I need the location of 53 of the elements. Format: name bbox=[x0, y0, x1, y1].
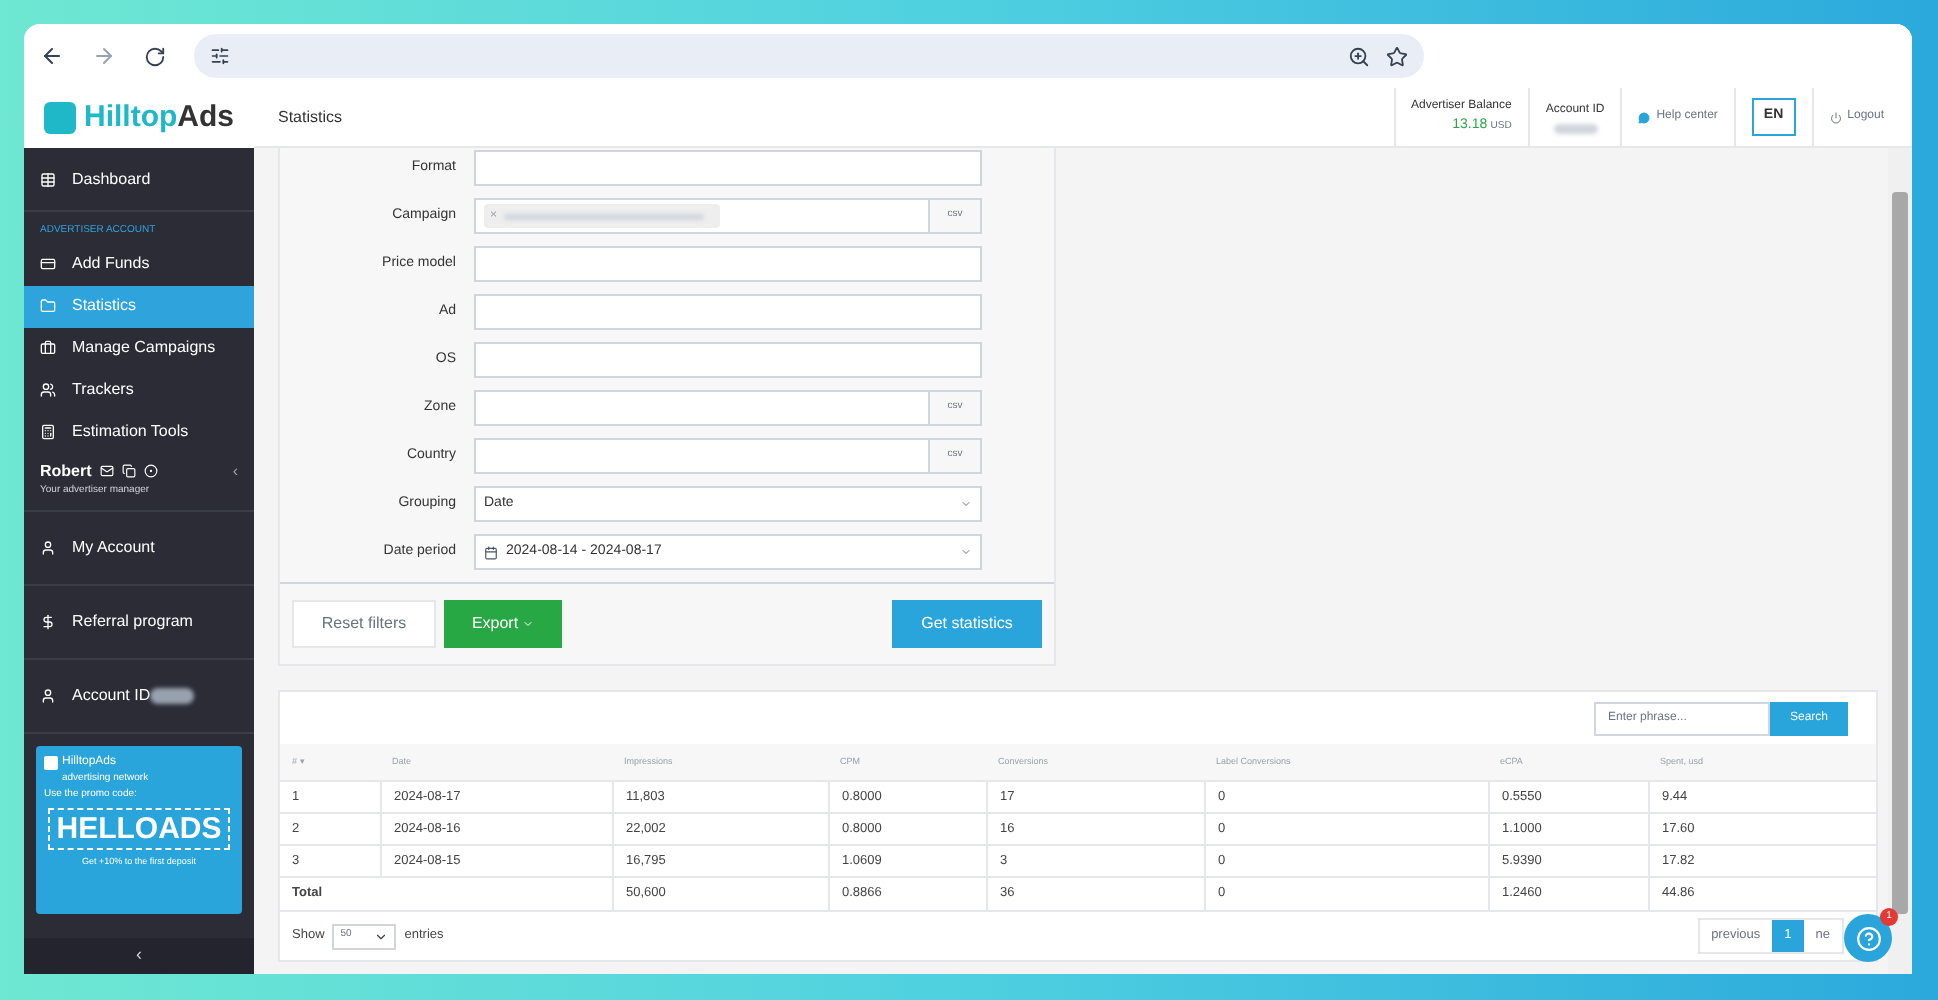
dropdown-caret-icon bbox=[960, 498, 972, 510]
back-icon[interactable] bbox=[40, 44, 64, 68]
circle-icon[interactable] bbox=[143, 464, 158, 478]
menu-item-icon bbox=[40, 424, 56, 440]
redacted-block bbox=[1553, 123, 1598, 133]
menu-item-icon bbox=[40, 688, 56, 704]
sidebar-item[interactable]: Manage Campaigns bbox=[24, 327, 254, 369]
site-settings-icon[interactable] bbox=[210, 46, 230, 66]
sidebar-item[interactable]: Statistics bbox=[24, 285, 254, 327]
sidebar-item[interactable]: Dashboard bbox=[24, 158, 254, 200]
get-statistics-button[interactable]: Get statistics bbox=[892, 600, 1042, 648]
zoom-icon[interactable] bbox=[1348, 45, 1370, 67]
menu-item-icon bbox=[40, 614, 56, 630]
manager-name: Robert bbox=[40, 459, 92, 483]
logo[interactable]: HilltopAds bbox=[24, 88, 254, 148]
menu-item-icon bbox=[40, 540, 56, 556]
calendar-icon bbox=[484, 545, 498, 559]
copy-icon[interactable] bbox=[121, 464, 136, 478]
logo-icon bbox=[44, 756, 58, 770]
redacted-block bbox=[150, 688, 195, 704]
reset-filters-button[interactable]: Reset filters bbox=[292, 600, 436, 648]
logo-text: HilltopAds bbox=[84, 97, 234, 138]
chat-bubble-icon bbox=[1638, 111, 1651, 123]
reload-icon[interactable] bbox=[144, 45, 166, 67]
forward-icon[interactable] bbox=[92, 44, 116, 68]
scrollbar[interactable] bbox=[1888, 148, 1912, 974]
bookmark-star-icon[interactable] bbox=[1386, 45, 1408, 67]
mail-icon[interactable] bbox=[99, 464, 114, 478]
menu-item-icon bbox=[40, 340, 56, 356]
sidebar-item[interactable]: Add Funds bbox=[24, 243, 254, 285]
sidebar-item[interactable]: Estimation Tools bbox=[24, 411, 254, 453]
sidebar-item[interactable]: Trackers bbox=[24, 369, 254, 411]
promo-code: HELLOADS bbox=[48, 807, 230, 849]
caret-icon bbox=[374, 929, 389, 943]
menu-item-icon bbox=[40, 171, 56, 187]
caret-icon bbox=[522, 618, 535, 630]
menu-item-icon bbox=[40, 298, 56, 314]
dropdown-caret-icon bbox=[960, 546, 972, 558]
filter-field[interactable] bbox=[474, 342, 982, 378]
sidebar-item[interactable]: Referral program bbox=[24, 586, 209, 658]
sidebar-item[interactable]: Account ID bbox=[24, 660, 167, 732]
power-icon bbox=[1829, 111, 1842, 123]
sidebar-item[interactable]: My Account bbox=[24, 512, 171, 584]
menu-item-icon bbox=[40, 256, 56, 272]
help-icon bbox=[1855, 925, 1881, 951]
page-title: Statistics bbox=[276, 105, 345, 129]
collapse-arrow[interactable]: ‹ bbox=[232, 459, 238, 483]
export-button[interactable]: Export bbox=[444, 600, 562, 648]
filter-field[interactable] bbox=[474, 246, 982, 282]
filter-field[interactable] bbox=[474, 294, 982, 330]
filter-field[interactable] bbox=[474, 150, 982, 186]
collapse-bar[interactable]: ‹ bbox=[24, 938, 254, 974]
menu-item-icon bbox=[40, 382, 56, 398]
